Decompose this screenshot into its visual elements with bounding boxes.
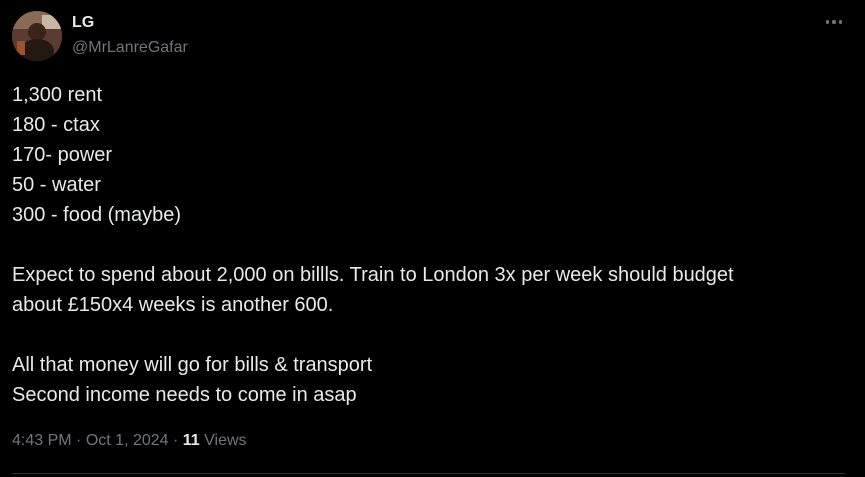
more-horizontal-icon-dot [838, 20, 843, 24]
tweet-line: about £150x4 weeks is another 600. [12, 294, 334, 316]
tweet-line: Expect to spend about 2,000 on billls. T… [12, 264, 734, 286]
tweet-line: All that money will go for bills & trans… [12, 354, 373, 376]
display-name[interactable]: LG [72, 13, 94, 33]
tweet-line: 1,300 rent [12, 84, 103, 106]
meta-separator: · [173, 432, 179, 449]
views-count: 11 [182, 432, 200, 449]
more-horizontal-icon [825, 20, 830, 24]
tweet-line: Second income needs to come in asap [12, 384, 357, 406]
more-options-button[interactable] [818, 10, 850, 34]
tweet-meta: 4:43 PM · Oct 1, 2024 · 11 Views [12, 430, 247, 452]
more-horizontal-icon-dot [832, 20, 836, 24]
divider [12, 473, 845, 474]
tweet-line: 170- power [12, 144, 113, 166]
views-label: Views [204, 432, 247, 449]
tweet-line: 180 - ctax [12, 114, 100, 136]
tweet-time: 4:43 PM [12, 432, 72, 449]
meta-separator: · [76, 432, 82, 449]
tweet-date: Oct 1, 2024 [85, 432, 169, 449]
tweet-line: 50 - water [12, 174, 101, 196]
tweet: LG @MrLanreGafar 1,300 rent 180 - ctax 1… [0, 0, 865, 477]
tweet-timestamp[interactable]: 4:43 PM · Oct 1, 2024 [12, 432, 169, 449]
user-handle[interactable]: @MrLanreGafar [72, 38, 188, 58]
tweet-line: 300 - food (maybe) [12, 204, 181, 226]
avatar[interactable] [12, 11, 62, 61]
tweet-text: 1,300 rent 180 - ctax 170- power 50 - wa… [12, 80, 852, 410]
